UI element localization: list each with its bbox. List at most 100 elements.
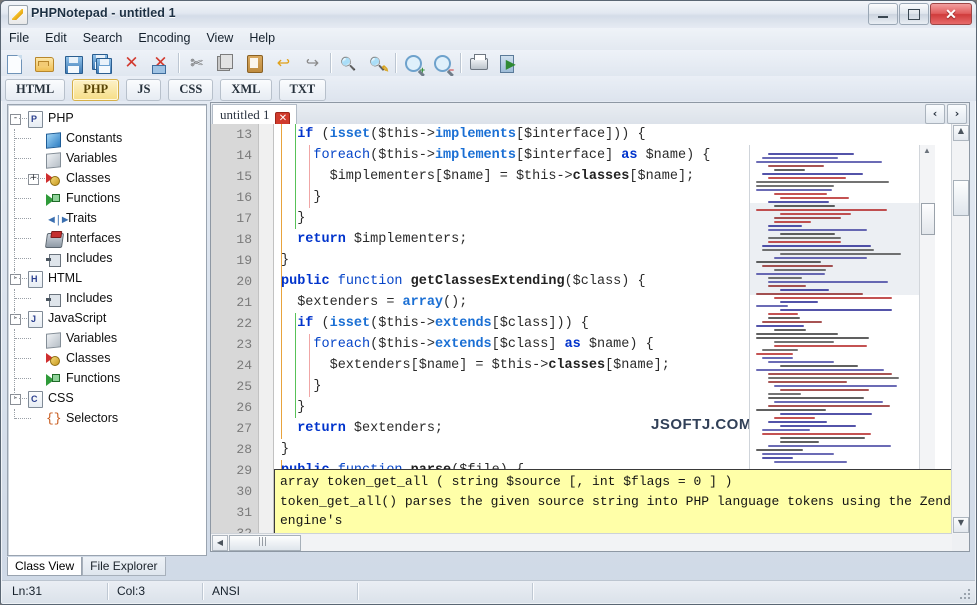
language-tab-xml[interactable]: XML — [220, 79, 272, 101]
resize-gripper[interactable] — [958, 587, 972, 601]
vertical-scroll-thumb[interactable] — [953, 180, 969, 216]
tree-expander[interactable]: - — [10, 394, 21, 405]
menu-item-view[interactable]: View — [198, 28, 241, 48]
code-line[interactable]: if (isset($this->implements[$interface])… — [273, 124, 952, 145]
zoom-out-button[interactable]: − — [429, 51, 457, 77]
tree-item-traits[interactable]: ◄|► Traits — [8, 209, 206, 229]
maximize-button[interactable] — [899, 3, 929, 25]
editor-horizontal-scrollbar[interactable]: ◀ ||| — [211, 533, 952, 551]
save-file-button[interactable] — [60, 51, 88, 77]
watermark: JSOFTJ.COM — [651, 416, 752, 433]
menu-bar: File Edit Search Encoding View Help — [1, 28, 976, 50]
scroll-down-button[interactable]: ▼ — [953, 517, 969, 533]
exit-button[interactable]: ▶ — [494, 51, 522, 77]
tree-item-variables[interactable]: Variables — [8, 329, 206, 349]
line-number: 31 — [236, 505, 252, 520]
menu-item-file[interactable]: File — [1, 28, 37, 48]
line-number: 24 — [236, 358, 252, 373]
language-tab-html[interactable]: HTML — [5, 79, 66, 101]
editor-vertical-scrollbar[interactable]: ▲ ▼ — [951, 124, 969, 534]
menu-item-encoding[interactable]: Encoding — [130, 28, 198, 48]
save-all-button[interactable] — [89, 51, 117, 77]
tree-item-functions[interactable]: Functions — [8, 369, 206, 389]
minimap-scrollbar[interactable]: ▲ — [919, 145, 935, 471]
language-tab-js[interactable]: JS — [126, 79, 162, 101]
language-tab-php[interactable]: PHP — [72, 79, 120, 101]
tree-item-functions[interactable]: Functions — [8, 189, 206, 209]
language-tab-txt[interactable]: TXT — [278, 79, 327, 101]
close-button[interactable]: ✕ — [930, 3, 972, 25]
minimize-button[interactable] — [868, 3, 898, 25]
line-number: 29 — [236, 463, 252, 478]
tree-item-includes[interactable]: Includes — [8, 249, 206, 269]
tree-item-label: JavaScript — [48, 311, 107, 325]
tree-expander[interactable]: - — [10, 314, 21, 325]
code-minimap[interactable]: ▲ — [749, 145, 935, 471]
tree-item-variables[interactable]: Variables — [8, 149, 206, 169]
tree-item-html[interactable]: - H HTML — [8, 269, 206, 289]
tab-prev-button[interactable]: ‹ — [925, 104, 945, 124]
cut-button[interactable]: ✄ — [183, 51, 211, 77]
open-file-button[interactable] — [31, 51, 59, 77]
tree-item-php[interactable]: - P PHP — [8, 109, 206, 129]
red-x-icon: ✕ — [124, 53, 139, 73]
maximize-icon — [908, 8, 920, 20]
sidebar-bottom-tabs: Class View File Explorer — [7, 557, 205, 576]
scrollbar-corner — [952, 534, 969, 551]
line-number: 19 — [236, 253, 252, 268]
minimap-scroll-thumb[interactable] — [921, 203, 935, 235]
line-number: 30 — [236, 484, 252, 499]
tree-item-classes[interactable]: + Classes — [8, 169, 206, 189]
tree-item-selectors[interactable]: {} Selectors — [8, 409, 206, 429]
line-number-gutter: 13 14 15 16 17 18 19 20 21 22 23 24 25 26 27 28 29 30 31 32… — [211, 124, 258, 534]
tree-expander[interactable]: + — [28, 174, 39, 185]
tree-expander[interactable]: - — [10, 274, 21, 285]
code-area[interactable]: 13 14 15 16 17 18 19 20 21 22 23 24 25 26 27 28 29 30 31 32… — [211, 124, 952, 534]
menu-item-search[interactable]: Search — [75, 28, 131, 48]
tree-item-interfaces[interactable]: Interfaces — [8, 229, 206, 249]
line-number: 26 — [236, 400, 252, 415]
title-bar: PHPNotepad - untitled 1 ✕ — [1, 1, 976, 29]
tree-item-classes[interactable]: Classes — [8, 349, 206, 369]
printer-icon — [470, 54, 488, 70]
fold-margin[interactable] — [258, 124, 274, 534]
menu-item-help[interactable]: Help — [241, 28, 283, 48]
print-button[interactable] — [465, 51, 493, 77]
undo-arrow-icon: ↩ — [276, 55, 291, 72]
copy-button[interactable] — [212, 51, 240, 77]
toolbar-separator-1 — [178, 53, 179, 73]
toolbar-separator-4 — [460, 53, 461, 73]
tree-item-javascript[interactable]: - J JavaScript — [8, 309, 206, 329]
tree-item-label: PHP — [48, 111, 74, 125]
tree-expander[interactable]: - — [10, 114, 21, 125]
minimap-scroll-up-icon[interactable]: ▲ — [921, 146, 933, 159]
new-file-button[interactable] — [2, 51, 30, 77]
close-all-button[interactable]: ✕ — [147, 51, 175, 77]
find-replace-button[interactable]: 🔍 ✎ — [364, 51, 392, 77]
scroll-up-button[interactable]: ▲ — [953, 125, 969, 141]
tree-item-includes[interactable]: Includes — [8, 289, 206, 309]
scroll-left-button[interactable]: ◀ — [212, 535, 228, 551]
tree-item-label: Functions — [66, 191, 121, 205]
sidebar-tab-class-view[interactable]: Class View — [7, 557, 83, 576]
class-view-panel[interactable]: - P PHP Constants Variables + Classes Functions… — [7, 104, 207, 556]
menu-item-edit[interactable]: Edit — [37, 28, 75, 48]
class-tree[interactable]: - P PHP Constants Variables + Classes Functions… — [8, 109, 206, 429]
line-number: 23 — [236, 337, 252, 352]
zoom-in-button[interactable]: + — [400, 51, 428, 77]
redo-button[interactable]: ↪ — [299, 51, 327, 77]
minimize-icon — [878, 16, 888, 18]
page-icon — [7, 55, 22, 74]
close-file-button[interactable]: ✕ — [118, 51, 146, 77]
sidebar-tab-file-explorer[interactable]: File Explorer — [82, 557, 166, 576]
undo-button[interactable]: ↩ — [270, 51, 298, 77]
language-tab-css[interactable]: CSS — [168, 79, 214, 101]
paste-button[interactable] — [241, 51, 269, 77]
tree-item-constants[interactable]: Constants — [8, 129, 206, 149]
find-button[interactable]: 🔍 — [335, 51, 363, 77]
tab-next-button[interactable]: › — [947, 104, 967, 124]
tree-item-css[interactable]: - C CSS — [8, 389, 206, 409]
js-file-icon: J — [28, 311, 43, 328]
horizontal-scroll-thumb[interactable]: ||| — [229, 535, 301, 551]
php-file-icon: P — [28, 111, 43, 128]
